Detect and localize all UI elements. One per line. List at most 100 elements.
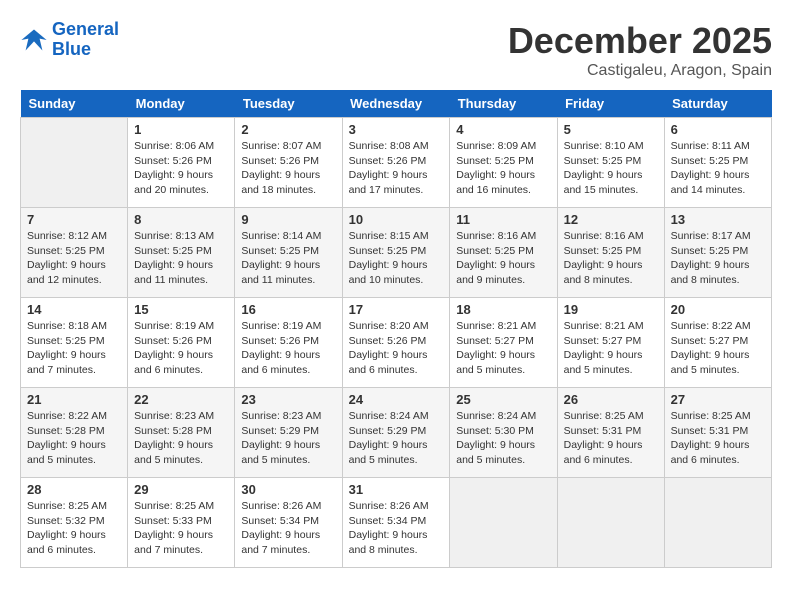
day-info: Sunrise: 8:11 AMSunset: 5:25 PMDaylight:… (671, 139, 765, 198)
day-number: 25 (456, 392, 550, 407)
table-row: 28 Sunrise: 8:25 AMSunset: 5:32 PMDayligh… (21, 478, 128, 568)
table-row: 14Sunrise: 8:18 AMSunset: 5:25 PMDayligh… (21, 298, 128, 388)
day-info: Sunrise: 8:15 AMSunset: 5:25 PMDaylight:… (349, 229, 444, 288)
header-tuesday: Tuesday (235, 90, 342, 118)
day-info: Sunrise: 8:06 AMSunset: 5:26 PMDaylight:… (134, 139, 228, 198)
day-number: 28 (27, 482, 121, 497)
logo: General Blue (20, 20, 119, 60)
day-info: Sunrise: 8:19 AMSunset: 5:26 PMDaylight:… (134, 319, 228, 378)
day-info: Sunrise: 8:22 AMSunset: 5:27 PMDaylight:… (671, 319, 765, 378)
day-number: 19 (564, 302, 658, 317)
table-row (664, 478, 771, 568)
day-info: Sunrise: 8:25 AMSunset: 5:31 PMDaylight:… (564, 409, 658, 468)
header-friday: Friday (557, 90, 664, 118)
table-row: 1 Sunrise: 8:06 AMSunset: 5:26 PMDaylight… (128, 118, 235, 208)
table-row: 17Sunrise: 8:20 AMSunset: 5:26 PMDayligh… (342, 298, 450, 388)
day-info: Sunrise: 8:24 AMSunset: 5:29 PMDaylight:… (349, 409, 444, 468)
table-row: 7 Sunrise: 8:12 AMSunset: 5:25 PMDaylight… (21, 208, 128, 298)
calendar-table: Sunday Monday Tuesday Wednesday Thursday… (20, 90, 772, 568)
day-number: 6 (671, 122, 765, 137)
day-number: 31 (349, 482, 444, 497)
day-number: 20 (671, 302, 765, 317)
day-number: 2 (241, 122, 335, 137)
calendar-week-row: 21 Sunrise: 8:22 AMSunset: 5:28 PMDayligh… (21, 388, 772, 478)
table-row: 15 Sunrise: 8:19 AMSunset: 5:26 PMDayligh… (128, 298, 235, 388)
calendar-week-row: 1 Sunrise: 8:06 AMSunset: 5:26 PMDaylight… (21, 118, 772, 208)
day-info: Sunrise: 8:25 AMSunset: 5:33 PMDaylight:… (134, 499, 228, 558)
day-number: 13 (671, 212, 765, 227)
day-info: Sunrise: 8:17 AMSunset: 5:25 PMDaylight:… (671, 229, 765, 288)
day-info: Sunrise: 8:18 AMSunset: 5:25 PMDaylight:… (27, 319, 121, 378)
table-row: 6 Sunrise: 8:11 AMSunset: 5:25 PMDaylight… (664, 118, 771, 208)
day-info: Sunrise: 8:22 AMSunset: 5:28 PMDaylight:… (27, 409, 121, 468)
header-thursday: Thursday (450, 90, 557, 118)
day-number: 8 (134, 212, 228, 227)
day-info: Sunrise: 8:07 AMSunset: 5:26 PMDaylight:… (241, 139, 335, 198)
day-info: Sunrise: 8:16 AMSunset: 5:25 PMDaylight:… (564, 229, 658, 288)
table-row: 16Sunrise: 8:19 AMSunset: 5:26 PMDayligh… (235, 298, 342, 388)
header-saturday: Saturday (664, 90, 771, 118)
day-number: 9 (241, 212, 335, 227)
day-number: 10 (349, 212, 444, 227)
day-number: 11 (456, 212, 550, 227)
day-info: Sunrise: 8:23 AMSunset: 5:29 PMDaylight:… (241, 409, 335, 468)
page-header: General Blue December 2025 Castigaleu, A… (20, 20, 772, 80)
table-row: 30Sunrise: 8:26 AMSunset: 5:34 PMDayligh… (235, 478, 342, 568)
location-title: Castigaleu, Aragon, Spain (508, 62, 772, 80)
table-row: 25Sunrise: 8:24 AMSunset: 5:30 PMDayligh… (450, 388, 557, 478)
table-row: 18 Sunrise: 8:21 AMSunset: 5:27 PMDayligh… (450, 298, 557, 388)
day-info: Sunrise: 8:13 AMSunset: 5:25 PMDaylight:… (134, 229, 228, 288)
day-info: Sunrise: 8:08 AMSunset: 5:26 PMDaylight:… (349, 139, 444, 198)
day-number: 29 (134, 482, 228, 497)
day-number: 18 (456, 302, 550, 317)
table-row: 5 Sunrise: 8:10 AMSunset: 5:25 PMDaylight… (557, 118, 664, 208)
logo-icon (20, 26, 48, 54)
table-row: 10 Sunrise: 8:15 AMSunset: 5:25 PMDayligh… (342, 208, 450, 298)
day-info: Sunrise: 8:09 AMSunset: 5:25 PMDaylight:… (456, 139, 550, 198)
day-info: Sunrise: 8:12 AMSunset: 5:25 PMDaylight:… (27, 229, 121, 288)
day-info: Sunrise: 8:14 AMSunset: 5:25 PMDaylight:… (241, 229, 335, 288)
day-number: 24 (349, 392, 444, 407)
day-number: 27 (671, 392, 765, 407)
day-number: 17 (349, 302, 444, 317)
table-row: 22Sunrise: 8:23 AMSunset: 5:28 PMDayligh… (128, 388, 235, 478)
table-row: 4 Sunrise: 8:09 AMSunset: 5:25 PMDaylight… (450, 118, 557, 208)
day-info: Sunrise: 8:10 AMSunset: 5:25 PMDaylight:… (564, 139, 658, 198)
day-info: Sunrise: 8:21 AMSunset: 5:27 PMDaylight:… (456, 319, 550, 378)
table-row: 8 Sunrise: 8:13 AMSunset: 5:25 PMDaylight… (128, 208, 235, 298)
day-info: Sunrise: 8:21 AMSunset: 5:27 PMDaylight:… (564, 319, 658, 378)
day-number: 5 (564, 122, 658, 137)
day-info: Sunrise: 8:25 AMSunset: 5:31 PMDaylight:… (671, 409, 765, 468)
header-sunday: Sunday (21, 90, 128, 118)
header-monday: Monday (128, 90, 235, 118)
day-number: 4 (456, 122, 550, 137)
table-row: 21 Sunrise: 8:22 AMSunset: 5:28 PMDayligh… (21, 388, 128, 478)
weekday-header-row: Sunday Monday Tuesday Wednesday Thursday… (21, 90, 772, 118)
day-number: 21 (27, 392, 121, 407)
calendar-week-row: 28 Sunrise: 8:25 AMSunset: 5:32 PMDayligh… (21, 478, 772, 568)
table-row: 23 Sunrise: 8:23 AMSunset: 5:29 PMDayligh… (235, 388, 342, 478)
table-row: 19 Sunrise: 8:21 AMSunset: 5:27 PMDayligh… (557, 298, 664, 388)
table-row: 11Sunrise: 8:16 AMSunset: 5:25 PMDayligh… (450, 208, 557, 298)
table-row: 24 Sunrise: 8:24 AMSunset: 5:29 PMDayligh… (342, 388, 450, 478)
day-number: 16 (241, 302, 335, 317)
day-number: 1 (134, 122, 228, 137)
table-row (557, 478, 664, 568)
day-number: 3 (349, 122, 444, 137)
day-info: Sunrise: 8:23 AMSunset: 5:28 PMDaylight:… (134, 409, 228, 468)
title-area: December 2025 Castigaleu, Aragon, Spain (508, 20, 772, 80)
calendar-week-row: 14Sunrise: 8:18 AMSunset: 5:25 PMDayligh… (21, 298, 772, 388)
table-row (450, 478, 557, 568)
table-row: 2 Sunrise: 8:07 AMSunset: 5:26 PMDaylight… (235, 118, 342, 208)
table-row: 27 Sunrise: 8:25 AMSunset: 5:31 PMDayligh… (664, 388, 771, 478)
table-row (21, 118, 128, 208)
month-title: December 2025 (508, 20, 772, 62)
day-number: 15 (134, 302, 228, 317)
table-row: 12 Sunrise: 8:16 AMSunset: 5:25 PMDayligh… (557, 208, 664, 298)
day-info: Sunrise: 8:25 AMSunset: 5:32 PMDaylight:… (27, 499, 121, 558)
day-number: 7 (27, 212, 121, 227)
day-number: 12 (564, 212, 658, 227)
logo-text: General Blue (52, 20, 119, 60)
day-number: 30 (241, 482, 335, 497)
day-number: 23 (241, 392, 335, 407)
